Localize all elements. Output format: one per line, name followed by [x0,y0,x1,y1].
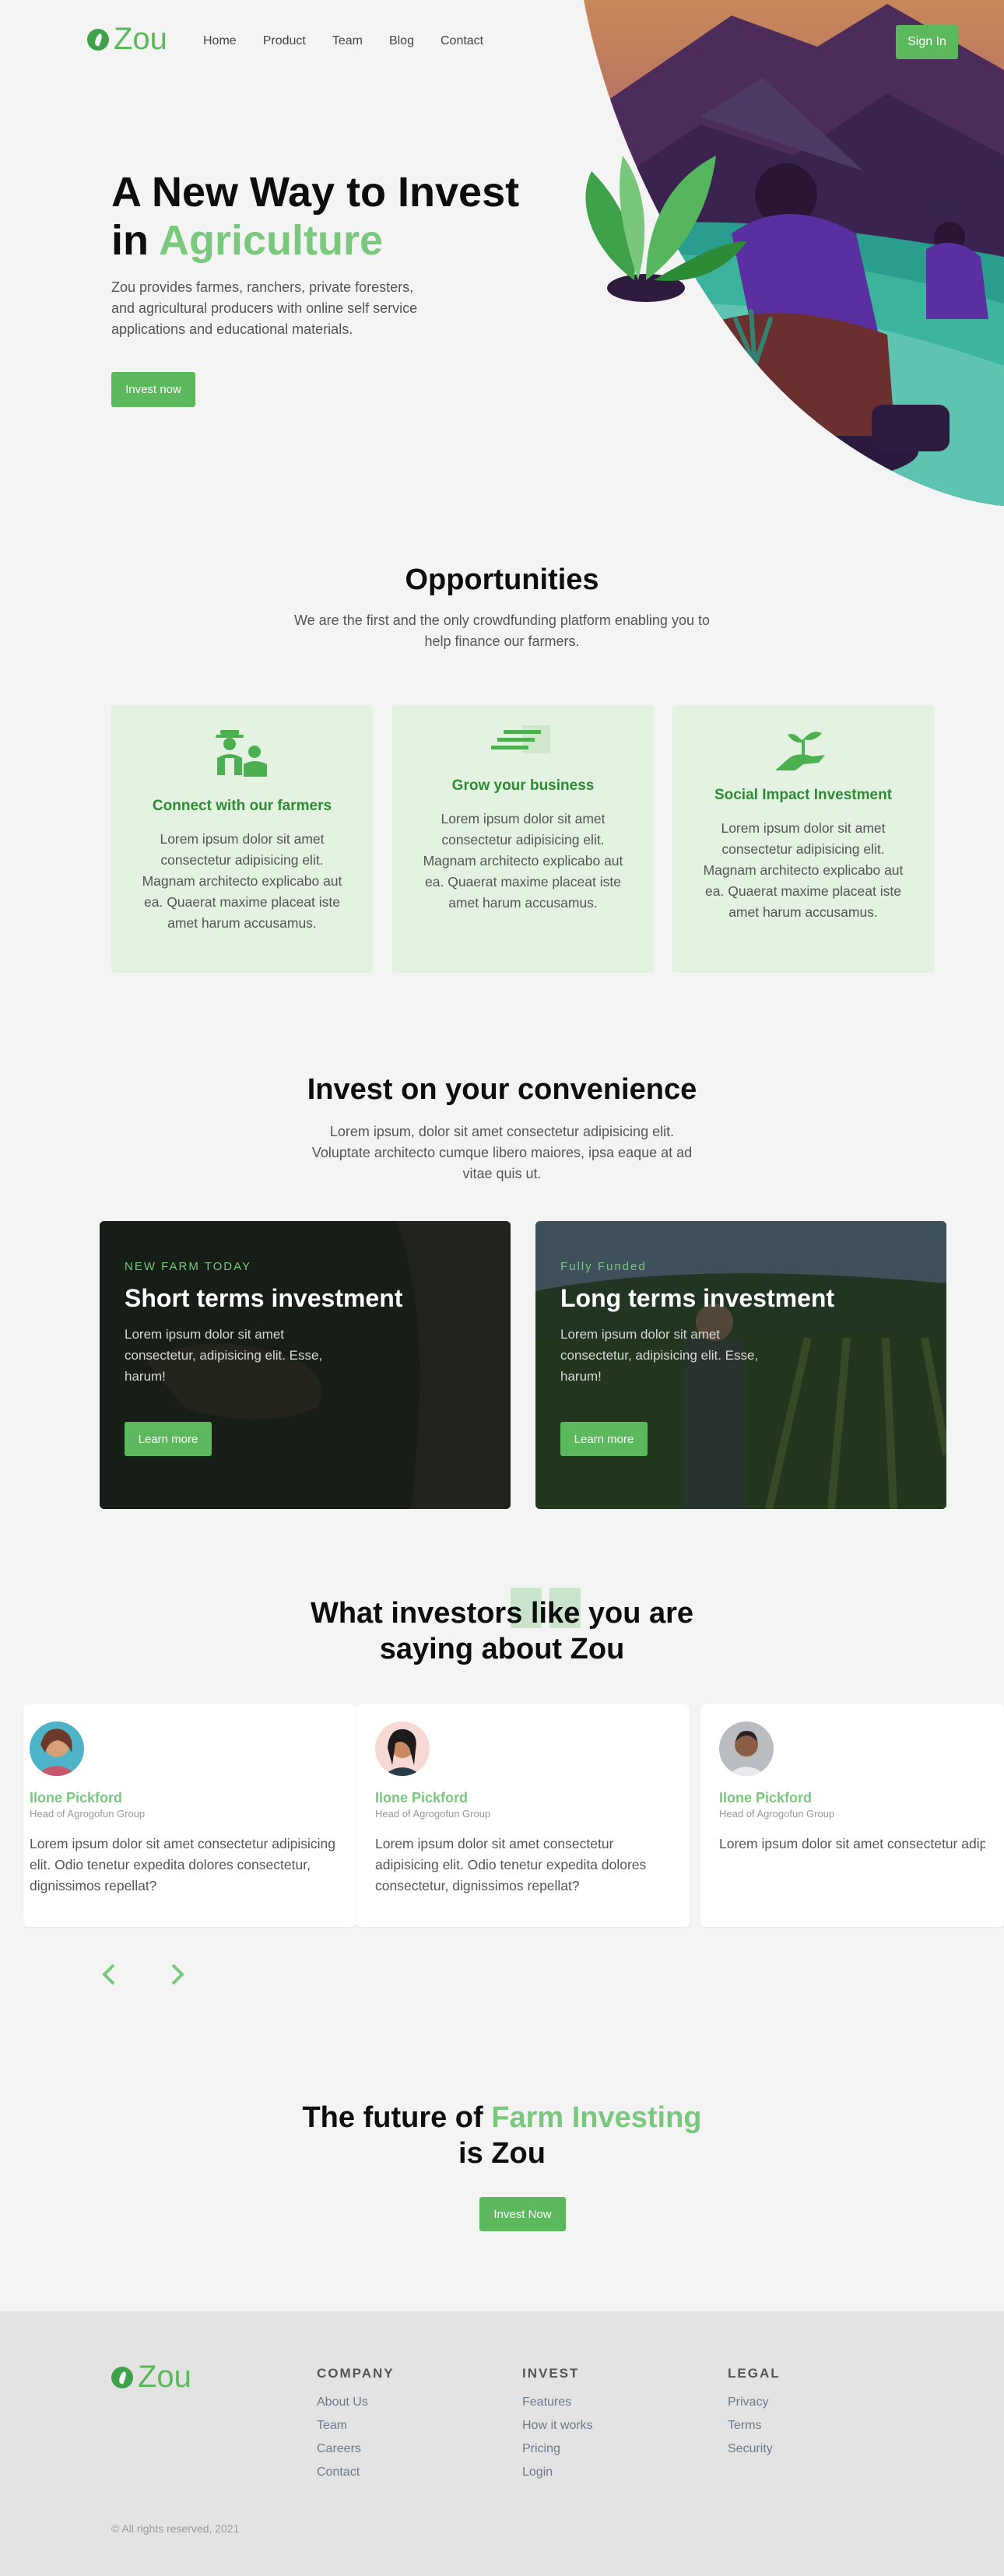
opportunity-card: Grow your business Lorem ipsum dolor sit… [392,705,654,973]
short-term-card[interactable]: NEW FARM TODAY Short terms investment Lo… [100,1221,511,1509]
testimonial-card: Ilone Pickford Head of Agrogofun Group L… [700,1704,1004,1927]
hero-description: Zou provides farmes, ranchers, private f… [111,279,418,337]
prev-arrow-icon[interactable] [100,1963,118,1986]
nav-product[interactable]: Product [263,34,306,48]
card-kicker: Fully Funded [560,1260,647,1273]
farmers-icon [216,730,267,777]
testimonials-title-line1: What investors like you are [310,1597,694,1630]
footer-column-invest: INVEST Features How it works Pricing Log… [522,2366,593,2479]
card-text: Lorem ipsum dolor sit amet consectetur a… [142,831,342,931]
opportunities-title: Opportunities [405,563,599,596]
brand-name: Zou [114,22,167,56]
long-term-card[interactable]: Fully Funded Long terms investment Lorem… [535,1221,946,1509]
opportunity-card: Social Impact Investment Lorem ipsum dol… [672,705,934,973]
sign-in-button[interactable]: Sign In [896,25,958,59]
card-text: Lorem ipsum dolor sit amet consectetur a… [703,820,904,920]
footer-link-contact[interactable]: Contact [317,2465,395,2479]
copyright: © All rights reserved, 2021 [111,2522,240,2535]
hero-title-accent: Agriculture [159,217,384,264]
footer-column-company: COMPANY About Us Team Careers Contact [317,2366,395,2479]
footer-link-security[interactable]: Security [728,2442,781,2456]
testimonial-card: Ilone Pickford Head of Agrogofun Group L… [23,1704,356,1927]
nav-team[interactable]: Team [332,34,363,48]
testimonials-title-line2: saying about Zou [379,1633,625,1665]
card-title: Connect with our farmers [152,798,332,814]
opportunities-subtitle: We are the first and the only crowdfundi… [294,612,710,649]
testimonial-name: Ilone Pickford [375,1790,469,1806]
footer-link-login[interactable]: Login [522,2465,593,2479]
footer-link-careers[interactable]: Careers [317,2442,395,2456]
learn-more-button[interactable]: Learn more [560,1422,648,1456]
learn-more-button[interactable]: Learn more [125,1422,212,1456]
convenience-title: Invest on your convenience [307,1073,697,1106]
hero-title-in: in [111,217,149,264]
card-text: Lorem ipsum dolor sit amet consectetur a… [423,811,623,911]
card-title: Social Impact Investment [714,787,893,803]
card-text: Lorem ipsum dolor sit amet consectetur, … [125,1327,323,1384]
testimonial-quote: Lorem ipsum dolor sit amet consectetur a… [719,1836,985,1851]
testimonial-card: Ilone Pickford Head of Agrogofun Group L… [356,1704,690,1927]
testimonial-role: Head of Agrogofun Group [375,1808,491,1820]
nav-contact[interactable]: Contact [441,34,483,48]
brand-logo[interactable]: Zou [87,22,167,57]
next-arrow-icon[interactable] [168,1963,187,1986]
footer-link-privacy[interactable]: Privacy [728,2395,781,2409]
card-title: Grow your business [451,777,595,794]
card-title: Long terms investment [560,1284,835,1312]
footer-link-pricing[interactable]: Pricing [522,2442,593,2456]
future-title: The future of Farm Investing is Zou [0,2100,1004,2171]
future-title-line2: is Zou [458,2137,546,2170]
leaf-icon [111,2366,133,2388]
hero-title-line1: A New Way to Invest [111,169,520,216]
card-text: Lorem ipsum dolor sit amet consectetur, … [560,1327,759,1384]
card-kicker: NEW FARM TODAY [125,1260,252,1273]
avatar [719,1721,774,1776]
footer-link-terms[interactable]: Terms [728,2419,781,2433]
future-title-accent: Farm Investing [491,2101,702,2134]
avatar [375,1721,430,1776]
testimonial-name: Ilone Pickford [30,1790,123,1806]
footer: Zou COMPANY About Us Team Careers Contac… [0,2311,1004,2576]
nav-blog[interactable]: Blog [389,34,414,48]
testimonial-role: Head of Agrogofun Group [719,1808,835,1820]
leaf-icon [87,28,109,51]
footer-link-team[interactable]: Team [317,2419,395,2433]
footer-link-about[interactable]: About Us [317,2395,395,2409]
testimonial-quote: Lorem ipsum dolor sit amet consectetur a… [375,1836,647,1893]
card-title: Short terms investment [125,1284,403,1312]
invest-now-cta-button[interactable]: Invest Now [479,2197,566,2231]
plant-hand-icon [775,732,825,770]
convenience-subtitle: Lorem ipsum, dolor sit amet consectetur … [311,1124,693,1181]
opportunity-card: Connect with our farmers Lorem ipsum dol… [111,705,373,973]
main-nav: Home Product Team Blog Contact [203,34,483,48]
future-title-pre: The future of [302,2101,483,2134]
footer-link-features[interactable]: Features [522,2395,593,2409]
avatar [30,1721,84,1776]
footer-heading: COMPANY [317,2366,395,2381]
testimonial-role: Head of Agrogofun Group [30,1808,146,1820]
footer-column-legal: LEGAL Privacy Terms Security [728,2366,781,2456]
testimonials-title: What investors like you are saying about… [0,1595,1004,1667]
footer-heading: INVEST [522,2366,580,2381]
hero-illustration [584,0,1004,506]
testimonial-name: Ilone Pickford [719,1790,813,1806]
invest-now-button[interactable]: Invest now [111,372,195,407]
footer-link-how-it-works[interactable]: How it works [522,2419,593,2433]
growth-icon [491,725,550,753]
testimonial-quote: Lorem ipsum dolor sit amet consectetur a… [30,1836,335,1893]
footer-logo[interactable]: Zou [111,2360,191,2395]
footer-brand-name: Zou [138,2360,191,2394]
nav-home[interactable]: Home [203,34,237,48]
footer-heading: LEGAL [728,2366,781,2381]
hero-title: A New Way to Invest in Agriculture [111,168,547,265]
